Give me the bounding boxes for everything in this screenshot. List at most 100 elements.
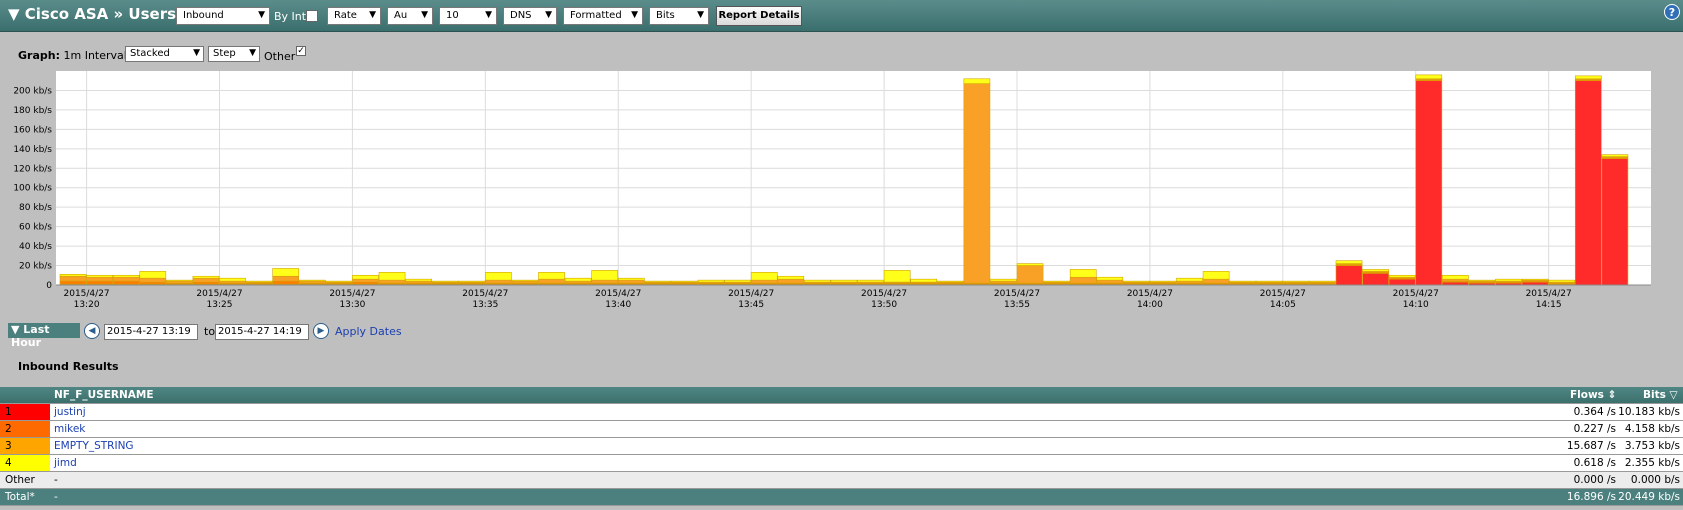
row-rank: 3: [5, 440, 12, 452]
bar-segment: [1309, 280, 1336, 283]
bar-segment: [697, 279, 725, 283]
y-tick-label: 180 kb/s: [13, 106, 52, 116]
bar-segment: [777, 278, 805, 284]
bar-segment: [272, 280, 300, 285]
bar-segment: [1202, 271, 1230, 280]
bits-header-label: Bits: [1643, 389, 1666, 401]
y-tick-label: 160 kb/s: [13, 125, 52, 135]
previous-arrow-icon[interactable]: ◀: [84, 323, 100, 339]
bar-segment: [59, 275, 87, 282]
bar-segment: [1495, 278, 1522, 282]
bar-segment: [1601, 158, 1629, 286]
bar-segment: [857, 279, 884, 283]
x-tick-time: 14:10: [1403, 300, 1429, 310]
bar-segment: [272, 275, 300, 282]
bar-segment: [219, 277, 246, 282]
bar-segment: [378, 279, 406, 284]
other-bits: 0.000 b/s: [1630, 474, 1680, 486]
row-rank: 1: [5, 406, 12, 418]
bar-segment: [485, 272, 512, 281]
bar-segment: [112, 280, 140, 285]
bar-segment: [1202, 278, 1230, 284]
bar-segment: [777, 275, 805, 280]
username-link[interactable]: jimd: [54, 457, 77, 469]
bar-segment: [1362, 269, 1389, 272]
from-date-input[interactable]: 2015-4-27 13:19: [104, 324, 198, 340]
bar-segment: [139, 277, 167, 283]
sort-icon: ⇕: [1607, 389, 1617, 401]
bar-segment: [86, 276, 113, 282]
bar-segment: [910, 278, 938, 283]
bar-segment: [325, 280, 353, 283]
bar-segment: [617, 279, 645, 284]
bar-segment: [591, 279, 619, 284]
x-tick-date: 2015/4/27: [1393, 289, 1439, 299]
bar-segment: [990, 278, 1017, 282]
bar-segment: [272, 268, 300, 277]
x-tick-time: 13:40: [605, 300, 631, 310]
x-tick-time: 13:25: [207, 300, 233, 310]
bits-value: 2.355 kb/s: [1624, 457, 1680, 469]
x-tick-date: 2015/4/27: [728, 289, 774, 299]
last-hour-button[interactable]: ▼ Last Hour: [8, 323, 80, 349]
username-link[interactable]: justinj: [54, 406, 86, 418]
username-link[interactable]: mikek: [54, 423, 85, 435]
bar-segment: [192, 277, 220, 283]
chart-plot-area: [56, 71, 1651, 285]
x-tick-date: 2015/4/27: [329, 289, 375, 299]
to-label: to: [204, 325, 216, 338]
total-bits: 20.449 kb/s: [1618, 491, 1680, 503]
bar-segment: [1468, 279, 1496, 282]
x-tick-time: 14:00: [1137, 300, 1163, 310]
bar-segment: [1149, 280, 1177, 283]
x-tick-date: 2015/4/27: [64, 289, 110, 299]
bar-segment: [724, 279, 751, 283]
bits-column-header[interactable]: Bits ▽: [1643, 389, 1678, 401]
bar-segment: [405, 278, 432, 282]
bits-value: 10.183 kb/s: [1618, 406, 1680, 418]
y-tick-label: 60 kb/s: [19, 223, 52, 233]
apply-dates-link[interactable]: Apply Dates: [335, 325, 402, 338]
bar-segment: [1069, 269, 1097, 278]
bar-segment: [804, 279, 831, 283]
y-tick-label: 100 kb/s: [13, 184, 52, 194]
x-tick-time: 13:50: [871, 300, 897, 310]
next-arrow-icon[interactable]: ▶: [313, 323, 329, 339]
traffic-chart: 0 20 kb/s 40 kb/s 60 kb/s 80 kb/s 100 kb/s 120…: [13, 71, 1651, 310]
table-row: 4 jimd 0.618 /s 2.355 kb/s: [0, 455, 1683, 472]
bar-segment: [86, 280, 113, 285]
bar-segment: [511, 279, 539, 282]
row-rank: 4: [5, 457, 12, 469]
bar-segment: [352, 274, 379, 280]
to-date-input[interactable]: 2015-4-27 14:19: [215, 324, 309, 340]
total-label: Total*: [5, 491, 35, 503]
x-tick-date: 2015/4/27: [196, 289, 242, 299]
y-tick-label: 200 kb/s: [13, 86, 52, 96]
other-label-cell: Other: [5, 474, 35, 486]
flows-column-header[interactable]: Flows ⇕: [1570, 389, 1616, 401]
bar-segment: [1574, 80, 1602, 286]
bar-segment: [485, 279, 512, 284]
bar-segment: [112, 276, 140, 282]
bar-segment: [1362, 273, 1389, 286]
bar-segment: [1096, 276, 1124, 281]
flows-header-label: Flows: [1570, 389, 1604, 401]
y-tick-label: 80 kb/s: [19, 203, 52, 213]
bar-segment: [1442, 274, 1469, 280]
bar-segment: [564, 277, 592, 282]
x-tick-date: 2015/4/27: [1526, 289, 1572, 299]
x-tick-date: 2015/4/27: [1260, 289, 1306, 299]
table-row: 2 mikek 0.227 /s 4.158 kb/s: [0, 421, 1683, 438]
bar-segment: [1282, 280, 1310, 283]
bar-segment: [431, 280, 459, 283]
x-tick-date: 2015/4/27: [861, 289, 907, 299]
username-column-header[interactable]: NF_F_USERNAME: [54, 389, 154, 401]
bar-segment: [963, 83, 991, 284]
bar-segment: [644, 280, 672, 283]
bar-segment: [936, 280, 964, 283]
y-tick-label: 40 kb/s: [19, 242, 52, 252]
bar-segment: [617, 277, 645, 281]
bar-segment: [86, 274, 113, 278]
username-link[interactable]: EMPTY_STRING: [54, 440, 134, 452]
bar-segment: [1176, 277, 1203, 282]
